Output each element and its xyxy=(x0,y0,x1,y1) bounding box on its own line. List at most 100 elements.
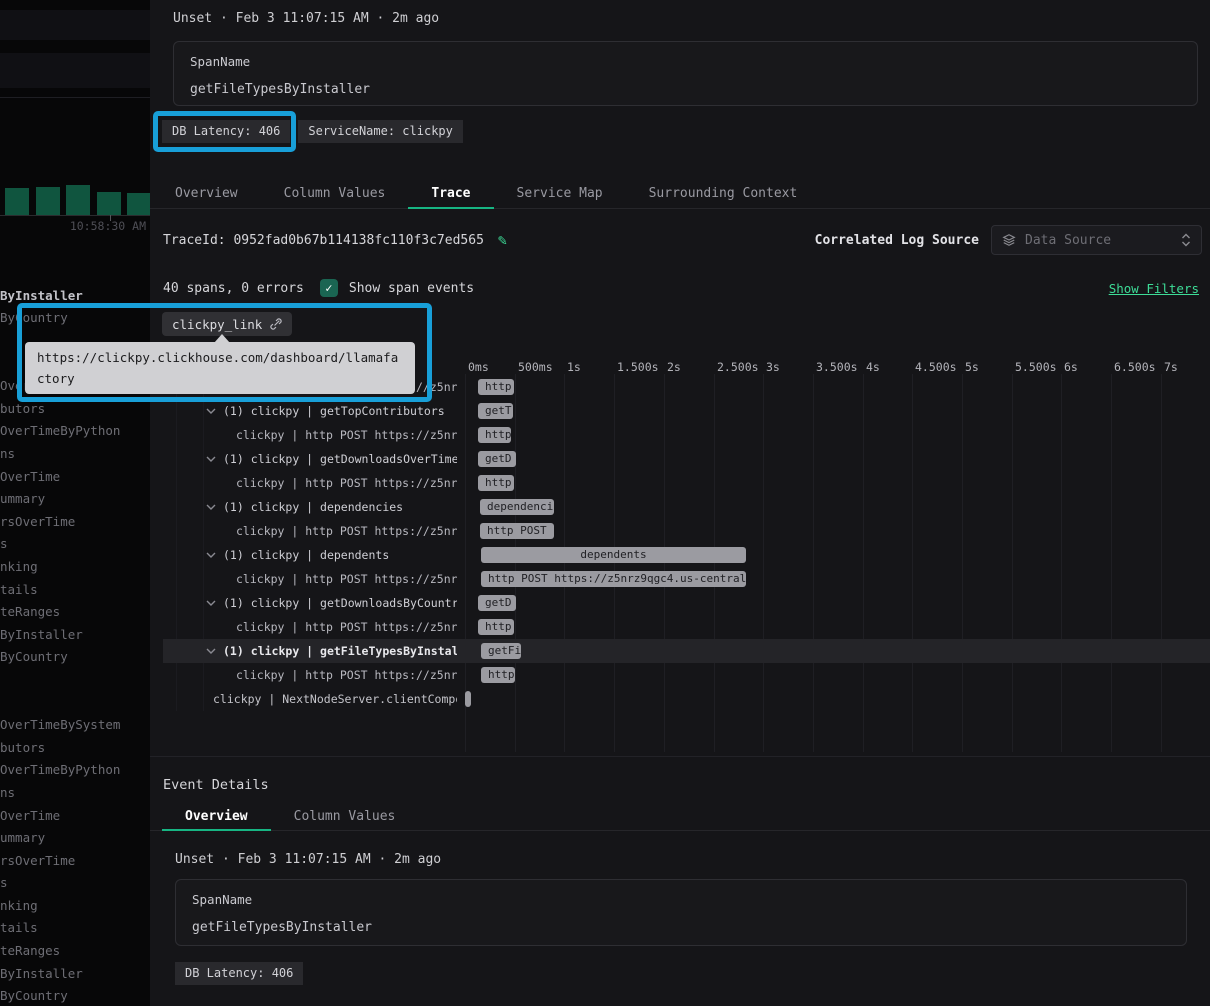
show-filters-link[interactable]: Show Filters xyxy=(1109,281,1199,296)
span-duration-bar[interactable]: dependenci xyxy=(480,499,554,515)
span-name-text: clickpy | http POST https://z5nrz9qgc4.u… xyxy=(236,620,457,634)
span-row-name[interactable]: (1)clickpy | dependencies xyxy=(150,495,457,519)
sidebar-item[interactable]: ByCountry xyxy=(0,649,68,665)
span-duration-bar[interactable]: getD xyxy=(478,451,516,467)
span-duration-bar[interactable]: http POST https://z5nrz9qgc4.us-central xyxy=(481,571,746,587)
span-row[interactable]: clickpy | NextNodeServer.clientCompone xyxy=(150,687,1210,711)
span-row[interactable]: (1)clickpy | getFileTypesByInstaller getF… xyxy=(150,639,1210,663)
span-duration-bar[interactable]: getT xyxy=(478,403,513,419)
span-duration-bar[interactable]: http xyxy=(478,475,514,491)
sidebar-item[interactable]: ByInstaller xyxy=(0,966,83,982)
sidebar-item[interactable]: OverTimeBySystem xyxy=(0,717,120,733)
span-row[interactable]: (1)clickpy | dependencies dependenci xyxy=(150,495,1210,519)
collapse-chevron-icon[interactable] xyxy=(206,456,216,462)
span-row-name[interactable]: clickpy | http POST https://z5nrz9qgc4.u… xyxy=(150,567,457,591)
tab-overview[interactable]: Overview xyxy=(152,180,261,209)
sidebar-item[interactable]: ns xyxy=(0,446,15,462)
span-row-name[interactable]: clickpy | NextNodeServer.clientCompone xyxy=(150,687,457,711)
db-latency-badge[interactable]: DB Latency: 406 xyxy=(175,962,303,985)
span-row[interactable]: (1) clickpy | getDownloadsByCountry getD xyxy=(150,591,1210,615)
event-details-meta: Unset · Feb 3 11:07:15 AM · 2m ago xyxy=(175,852,441,867)
sidebar-item[interactable]: teRanges xyxy=(0,604,60,620)
sidebar-item[interactable]: ByInstaller xyxy=(0,288,83,304)
span-row[interactable]: clickpy | http POST https://z5nrz9qgc4.u… xyxy=(150,567,1210,591)
sidebar-item[interactable]: s xyxy=(0,536,8,552)
tab-surrounding-context[interactable]: Surrounding Context xyxy=(626,180,821,209)
span-row-name[interactable]: clickpy | http POST https://z5nrz9qgc4.u… xyxy=(150,423,457,447)
span-duration-bar[interactable] xyxy=(465,691,471,707)
span-row-name[interactable]: clickpy | http POST https://z5nrz9qgc4.u… xyxy=(150,663,457,687)
span-row[interactable]: clickpy | http POST https://z5nrz9qgc4.u… xyxy=(150,423,1210,447)
collapse-chevron-icon[interactable] xyxy=(206,504,216,510)
tab-service-map[interactable]: Service Map xyxy=(494,180,626,209)
span-name-text: clickpy | getDownloadsByCountry xyxy=(251,596,457,610)
span-duration-bar[interactable]: http xyxy=(478,427,511,443)
mini-chart-bar xyxy=(36,187,60,215)
layers-icon xyxy=(1002,233,1016,247)
sidebar-item[interactable]: tails xyxy=(0,582,38,598)
span-row-name[interactable]: (1)clickpy | dependents xyxy=(150,543,457,567)
sidebar-item[interactable]: ns xyxy=(0,785,15,801)
span-row-name[interactable]: (1)clickpy | getFileTypesByInstaller xyxy=(150,639,457,663)
app-window: 10:58:30 AM ByInstallerByCountryOverTime… xyxy=(0,0,1210,1006)
span-child-count: (1) xyxy=(223,644,244,658)
span-duration-bar[interactable]: http POST xyxy=(480,523,554,539)
sidebar-item[interactable]: OverTimeByPython xyxy=(0,423,120,439)
span-row-name[interactable]: clickpy | http POST https://z5nrz9qgc4.u… xyxy=(150,519,457,543)
sidebar-item[interactable]: nking xyxy=(0,559,38,575)
sidebar-item[interactable]: nking xyxy=(0,898,38,914)
span-row[interactable]: (1)clickpy | getDownloadsOverTimeBySyste… xyxy=(150,447,1210,471)
sidebar-item[interactable]: rsOverTime xyxy=(0,514,75,530)
span-row[interactable]: (1)clickpy | dependents dependents xyxy=(150,543,1210,567)
span-duration-bar[interactable]: http xyxy=(481,667,515,683)
sidebar-item[interactable]: tails xyxy=(0,920,38,936)
span-row-name[interactable]: (1)clickpy | getDownloadsOverTimeBySyste… xyxy=(150,447,457,471)
sidebar-item[interactable]: OverTime xyxy=(0,469,60,485)
spans-summary-text: 40 spans, 0 errors xyxy=(163,281,304,296)
data-source-select[interactable]: Data Source xyxy=(991,225,1202,255)
span-row-name[interactable]: (1) clickpy | getDownloadsByCountry xyxy=(150,591,457,615)
span-duration-bar[interactable]: getFi xyxy=(481,643,521,659)
sidebar-item[interactable]: ummary xyxy=(0,830,45,846)
span-name-value: getFileTypesByInstaller xyxy=(190,82,1181,97)
span-row[interactable]: (1)clickpy | getTopContributors getT xyxy=(150,399,1210,423)
sidebar-item[interactable]: OverTime xyxy=(0,808,60,824)
collapse-chevron-icon[interactable] xyxy=(206,648,216,654)
span-duration-bar[interactable]: http xyxy=(478,379,514,395)
service-name-badge[interactable]: ServiceName: clickpy xyxy=(298,120,463,143)
sidebar-item[interactable]: s xyxy=(0,875,8,891)
span-name-value: getFileTypesByInstaller xyxy=(192,920,1170,935)
collapse-chevron-icon[interactable] xyxy=(206,408,216,414)
span-row[interactable]: clickpy | http POST https://z5nrz9qgc4.u… xyxy=(150,663,1210,687)
collapse-chevron-icon[interactable] xyxy=(206,552,216,558)
edit-pencil-icon[interactable]: ✎ xyxy=(498,233,507,248)
annotation-box-db-latency xyxy=(153,111,296,152)
span-row[interactable]: clickpy | http POST https://z5nrz9qgc4.u… xyxy=(150,615,1210,639)
sidebar-item[interactable]: butors xyxy=(0,740,45,756)
sidebar-item[interactable]: butors xyxy=(0,401,45,417)
span-row-name[interactable]: clickpy | http POST https://z5nrz9qgc4.u… xyxy=(150,471,457,495)
sidebar-item[interactable]: ByInstaller xyxy=(0,627,83,643)
sidebar-item[interactable]: ummary xyxy=(0,491,45,507)
sidebar-item[interactable]: OverTimeByPython xyxy=(0,762,120,778)
show-span-events-checkbox[interactable]: ✓ xyxy=(320,279,338,297)
tab-column-values[interactable]: Column Values xyxy=(261,180,409,209)
trace-waterfall: 0ms500ms1s1.500s2s2.500s3s3.500s4s4.500s… xyxy=(150,350,1210,757)
span-row[interactable]: clickpy | http POST https://z5nrz9qgc4.u… xyxy=(150,519,1210,543)
span-duration-bar[interactable]: http xyxy=(478,619,514,635)
tab-overview[interactable]: Overview xyxy=(162,804,271,831)
span-child-count: (1) xyxy=(223,596,244,610)
span-row[interactable]: clickpy | http POST https://z5nrz9qgc4.u… xyxy=(150,471,1210,495)
span-row-name[interactable]: (1)clickpy | getTopContributors xyxy=(150,399,457,423)
collapse-chevron-icon[interactable] xyxy=(206,600,216,606)
span-row-name[interactable]: clickpy | http POST https://z5nrz9qgc4.u… xyxy=(150,615,457,639)
tab-trace[interactable]: Trace xyxy=(408,180,493,209)
tab-column-values[interactable]: Column Values xyxy=(271,804,419,831)
sidebar-item[interactable]: rsOverTime xyxy=(0,853,75,869)
sidebar-item[interactable]: ByCountry xyxy=(0,988,68,1004)
mini-chart-bar xyxy=(5,188,29,215)
span-duration-bar[interactable]: getD xyxy=(478,595,516,611)
sidebar-item[interactable]: teRanges xyxy=(0,943,60,959)
span-duration-bar[interactable]: dependents xyxy=(481,547,746,563)
axis-tick-label: 4.500s xyxy=(915,360,957,374)
